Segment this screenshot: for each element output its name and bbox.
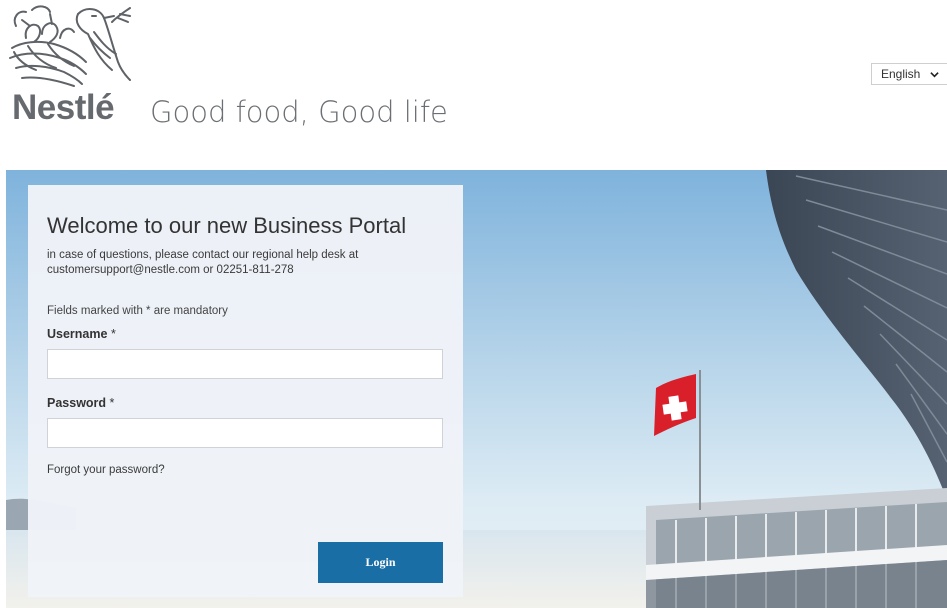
help-text: in case of questions, please contact our… bbox=[47, 249, 359, 261]
username-label: Username * bbox=[47, 327, 443, 341]
password-label-text: Password bbox=[47, 396, 107, 410]
username-input[interactable] bbox=[47, 349, 443, 379]
login-button[interactable]: Login bbox=[318, 542, 443, 583]
brand-wordmark: Nestlé bbox=[12, 88, 115, 127]
required-marker: * bbox=[109, 396, 115, 410]
username-label-text: Username bbox=[47, 327, 108, 341]
brand-tagline: Good food, Good life bbox=[150, 95, 448, 129]
site-header: Nestlé Good food, Good life English bbox=[0, 0, 947, 170]
required-marker: * bbox=[110, 327, 116, 341]
nest-bird-icon bbox=[9, 5, 131, 87]
login-card: Welcome to our new Business Portal in ca… bbox=[28, 185, 463, 597]
chevron-down-icon bbox=[930, 71, 940, 77]
login-title: Welcome to our new Business Portal bbox=[47, 213, 407, 238]
password-input[interactable] bbox=[47, 418, 443, 448]
forgot-password-link[interactable]: Forgot your password? bbox=[47, 464, 443, 476]
password-label: Password * bbox=[47, 396, 443, 410]
language-select[interactable]: English bbox=[871, 63, 947, 85]
login-page: Nestlé Good food, Good life English Welc… bbox=[0, 0, 947, 608]
help-contact: customersupport@nestle.com or 02251-811-… bbox=[47, 264, 294, 276]
language-selected-value: English bbox=[881, 67, 921, 81]
mandatory-note: Fields marked with * are mandatory bbox=[47, 305, 228, 317]
